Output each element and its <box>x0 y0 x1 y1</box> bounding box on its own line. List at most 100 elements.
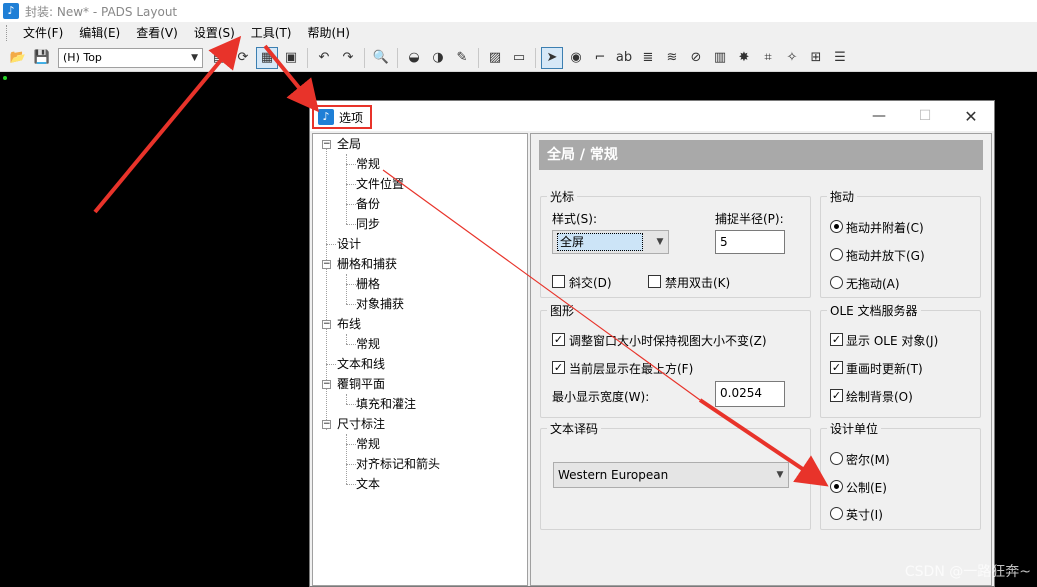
keep-view-checkbox[interactable]: ✓ <box>552 333 565 346</box>
select-arrow-icon[interactable]: ➤ <box>541 46 563 69</box>
menu-file[interactable]: 文件(F) <box>15 23 71 43</box>
diagonal-checkbox[interactable] <box>552 275 565 288</box>
tree-item-routing[interactable]: 布线 <box>337 314 361 334</box>
show-ole-checkbox[interactable]: ✓ <box>830 333 843 346</box>
menu-edit[interactable]: 编辑(E) <box>71 23 128 43</box>
chevron-down-icon: ▼ <box>656 237 664 247</box>
disable-dblclick-label: 禁用双击(K) <box>665 276 731 290</box>
drag-drop-radio[interactable] <box>830 248 843 261</box>
redo-icon[interactable]: ↷ <box>337 47 359 69</box>
tree-item-general[interactable]: 常规 <box>356 154 380 174</box>
menu-view[interactable]: 查看(V) <box>128 23 186 43</box>
refresh-icon[interactable]: ⟳ <box>232 47 254 69</box>
no-drag-label: 无拖动(A) <box>846 277 900 291</box>
tree-item-backup[interactable]: 备份 <box>356 194 380 214</box>
collapse-icon[interactable]: − <box>322 420 331 429</box>
list-icon[interactable]: ☰ <box>829 47 851 69</box>
terminal-icon[interactable]: ◉ <box>565 47 587 69</box>
spark-icon[interactable]: ✸ <box>733 47 755 69</box>
tree-item-grid-snap[interactable]: 栅格和捕获 <box>337 254 397 274</box>
tree-item-dim-text[interactable]: 文本 <box>356 474 380 494</box>
drafting-icon[interactable]: ◒ <box>403 47 425 69</box>
tree-item-dim-general[interactable]: 常规 <box>356 434 380 454</box>
pin-icon[interactable]: ⌐ <box>589 47 611 69</box>
tree-line <box>346 274 347 304</box>
open-folder-icon[interactable]: 📂 <box>7 47 29 69</box>
text-icon[interactable]: ab <box>613 47 635 69</box>
maximize-button[interactable]: ☐ <box>902 101 948 131</box>
library-icon[interactable]: ▥ <box>709 47 731 69</box>
layer-stack-icon[interactable]: ≣ <box>637 47 659 69</box>
draw-bg-checkbox[interactable]: ✓ <box>830 389 843 402</box>
toolbar-separator <box>307 47 308 68</box>
tree-item-copper-pour[interactable]: 覆铜平面 <box>337 374 385 394</box>
copper-icon[interactable]: ≋ <box>661 47 683 69</box>
tree-item-sync[interactable]: 同步 <box>356 214 380 234</box>
tree-line <box>346 284 356 285</box>
tree-item-global[interactable]: 全局 <box>337 134 361 154</box>
redraw-update-checkbox[interactable]: ✓ <box>830 361 843 374</box>
metric-label: 公制(E) <box>846 481 887 495</box>
tree-item-fill-flood[interactable]: 填充和灌注 <box>356 394 416 414</box>
no-entry-icon[interactable]: ⊘ <box>685 47 707 69</box>
menu-setup[interactable]: 设置(S) <box>186 23 243 43</box>
collapse-icon[interactable]: − <box>322 320 331 329</box>
draw-bg-label: 绘制背景(O) <box>846 390 913 404</box>
watermark: CSDN @一路狂奔~ <box>904 564 1031 580</box>
menu-tools[interactable]: 工具(T) <box>243 23 300 43</box>
tree-line <box>346 224 356 225</box>
active-top-checkbox[interactable]: ✓ <box>552 361 565 374</box>
grid-icon[interactable]: ⊞ <box>805 47 827 69</box>
tree-item-routing-general[interactable]: 常规 <box>356 334 380 354</box>
mils-label: 密尔(M) <box>846 453 890 467</box>
panel-title: 全局 / 常规 <box>539 140 983 170</box>
drag-attach-radio[interactable] <box>830 220 843 233</box>
min-width-label: 最小显示宽度(W): <box>552 390 650 404</box>
save-icon[interactable]: 💾 <box>31 47 53 69</box>
redraw-update-label: 重画时更新(T) <box>846 362 923 376</box>
cursor-style-select[interactable]: 全屏 ▼ <box>552 230 669 254</box>
collapse-icon[interactable]: − <box>322 260 331 269</box>
disable-dblclick-checkbox[interactable] <box>648 275 661 288</box>
undo-icon[interactable]: ↶ <box>313 47 335 69</box>
cursor-group: 光标 样式(S): 全屏 ▼ 捕捉半径(P): 5 斜交(D) 禁用双击(K) <box>540 188 811 298</box>
wizard-icon[interactable]: ✧ <box>781 47 803 69</box>
component-icon[interactable]: ⌗ <box>757 47 779 69</box>
layout-mode-icon[interactable]: ▦ <box>256 46 278 69</box>
min-width-input[interactable]: 0.0254 <box>715 381 785 407</box>
tree-item-file-location[interactable]: 文件位置 <box>356 174 404 194</box>
board-icon[interactable]: ▣ <box>280 47 302 69</box>
tree-item-text-lines[interactable]: 文本和线 <box>337 354 385 374</box>
drag-group-label: 拖动 <box>827 188 858 205</box>
menubar: 文件(F) 编辑(E) 查看(V) 设置(S) 工具(T) 帮助(H) <box>0 22 1037 44</box>
close-button[interactable]: ✕ <box>948 101 994 131</box>
minimize-button[interactable]: — <box>856 101 902 131</box>
window-icon[interactable]: ▭ <box>508 47 530 69</box>
layer-select[interactable]: (H) Top ▼ <box>58 47 203 68</box>
image-icon[interactable]: ▨ <box>484 47 506 69</box>
no-drag-radio[interactable] <box>830 276 843 289</box>
tree-line <box>346 394 347 404</box>
tree-line <box>346 434 347 484</box>
tree-item-design[interactable]: 设计 <box>337 234 361 254</box>
tree-item-dimensioning[interactable]: 尺寸标注 <box>337 414 385 434</box>
zoom-icon[interactable]: 🔍 <box>370 47 392 69</box>
pads-app-icon: ♪ <box>3 3 19 19</box>
metric-radio[interactable] <box>830 480 843 493</box>
tree-item-align-arrows[interactable]: 对齐标记和箭头 <box>356 454 440 474</box>
toolbar-separator <box>535 47 536 68</box>
design-units-group-label: 设计单位 <box>827 420 882 437</box>
brush-icon[interactable]: ✎ <box>451 47 473 69</box>
tree-item-object-snap[interactable]: 对象捕获 <box>356 294 404 314</box>
ecotools-icon[interactable]: ◑ <box>427 47 449 69</box>
snap-radius-input[interactable]: 5 <box>715 230 785 254</box>
inches-radio[interactable] <box>830 507 843 520</box>
properties-icon[interactable]: ▤ <box>208 47 230 69</box>
mils-radio[interactable] <box>830 452 843 465</box>
collapse-icon[interactable]: − <box>322 380 331 389</box>
tree-item-grid[interactable]: 栅格 <box>356 274 380 294</box>
menu-help[interactable]: 帮助(H) <box>300 23 358 43</box>
collapse-icon[interactable]: − <box>322 140 331 149</box>
text-encoding-select[interactable]: Western European ▼ <box>553 462 789 488</box>
origin-marker <box>3 76 7 80</box>
